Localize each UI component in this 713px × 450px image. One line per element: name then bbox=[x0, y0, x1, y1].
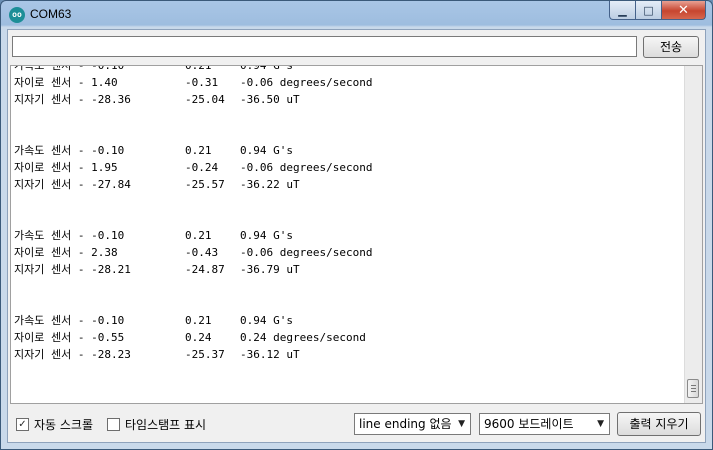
output-cell: 0.94 G's bbox=[240, 144, 293, 157]
grip-line bbox=[691, 385, 696, 386]
output-cell: -0.43 bbox=[185, 246, 219, 259]
output-cell: -0.06 degrees/second bbox=[240, 76, 373, 89]
minimize-button[interactable]: ▁ bbox=[609, 1, 636, 20]
output-cell: 가속도 센서 - -0.10 bbox=[14, 314, 125, 327]
chevron-down-icon: ▼ bbox=[458, 419, 465, 429]
timestamp-checkbox[interactable] bbox=[107, 418, 120, 431]
output-cell: 0.24 degrees/second bbox=[240, 331, 366, 344]
client-area: 전송 가속도 센서 - -0.10 0.21 0.94 G's 자이로 센서 - 1.… bbox=[7, 29, 706, 443]
window-controls: ▁ □ ✕ bbox=[609, 1, 706, 21]
output-cell: 0.21 bbox=[185, 65, 212, 72]
send-button[interactable]: 전송 bbox=[643, 36, 699, 58]
output-cell: 0.21 bbox=[185, 229, 212, 242]
output-cell: 0.24 bbox=[185, 331, 212, 344]
output-cell: 지자기 센서 - -27.84 bbox=[14, 178, 131, 191]
grip-line bbox=[691, 388, 696, 389]
output-cell: 0.94 G's bbox=[240, 314, 293, 327]
output-line: 지자기 센서 - -28.23 -25.37 -36.12 uT bbox=[14, 346, 680, 363]
close-icon: ✕ bbox=[678, 2, 689, 18]
output-line: 지자기 센서 - -28.36 -25.04 -36.50 uT bbox=[14, 91, 680, 108]
output-cell: -24.87 bbox=[185, 263, 225, 276]
timestamp-label: 타임스탬프 표시 bbox=[125, 418, 207, 432]
output-line: 가속도 센서 - -0.10 0.21 0.94 G's bbox=[14, 65, 680, 74]
autoscroll-checkbox[interactable]: ✓ bbox=[16, 418, 29, 431]
grip-line bbox=[691, 391, 696, 392]
output-cell: 0.94 G's bbox=[240, 229, 293, 242]
output-cell: -0.06 degrees/second bbox=[240, 246, 373, 259]
serial-output[interactable]: 가속도 센서 - -0.10 0.21 0.94 G's 자이로 센서 - 1.40 -… bbox=[10, 65, 703, 404]
output-cell: -0.24 bbox=[185, 161, 219, 174]
output-cell: 0.21 bbox=[185, 314, 212, 327]
output-line: 가속도 센서 - -0.10 0.21 0.94 G's bbox=[14, 312, 680, 329]
output-cell: 지자기 센서 - -28.36 bbox=[14, 93, 131, 106]
output-lines: 가속도 센서 - -0.10 0.21 0.94 G's 자이로 센서 - 1.40 -… bbox=[14, 65, 680, 363]
output-cell: 가속도 센서 - -0.10 bbox=[14, 229, 125, 242]
vertical-scrollbar[interactable] bbox=[684, 66, 702, 403]
minimize-icon: ▁ bbox=[618, 3, 627, 17]
output-line: 가속도 센서 - -0.10 0.21 0.94 G's bbox=[14, 142, 680, 159]
output-cell: 가속도 센서 - -0.10 bbox=[14, 144, 125, 157]
output-cell: -25.57 bbox=[185, 178, 225, 191]
output-cell: -25.37 bbox=[185, 348, 225, 361]
bottom-toolbar: ✓ 자동 스크롤 타임스탬프 표시 line ending 없음 ▼ 9600 … bbox=[8, 405, 705, 442]
output-line: 지자기 센서 - -28.21 -24.87 -36.79 uT bbox=[14, 261, 680, 278]
autoscroll-toggle[interactable]: ✓ 자동 스크롤 bbox=[16, 416, 93, 433]
output-cell: 자이로 센서 - 2.38 bbox=[14, 246, 118, 259]
autoscroll-label: 자동 스크롤 bbox=[34, 418, 94, 432]
output-cell: 0.21 bbox=[185, 144, 212, 157]
output-cell: -0.06 degrees/second bbox=[240, 161, 373, 174]
output-cell: -36.22 uT bbox=[240, 178, 300, 191]
line-ending-select[interactable]: line ending 없음 ▼ bbox=[354, 413, 471, 435]
maximize-icon: □ bbox=[643, 3, 654, 17]
output-cell: -36.79 uT bbox=[240, 263, 300, 276]
output-line: 가속도 센서 - -0.10 0.21 0.94 G's bbox=[14, 227, 680, 244]
window-title: COM63 bbox=[30, 7, 72, 21]
maximize-button[interactable]: □ bbox=[636, 1, 662, 20]
baud-rate-value: 9600 보드레이트 bbox=[484, 417, 574, 431]
timestamp-toggle[interactable]: 타임스탬프 표시 bbox=[107, 416, 206, 433]
output-line: 자이로 센서 - -0.55 0.24 0.24 degrees/second bbox=[14, 329, 680, 346]
output-line: 자이로 센서 - 2.38 -0.43 -0.06 degrees/second bbox=[14, 244, 680, 261]
serial-monitor-window: oo COM63 ▁ □ ✕ 전송 가속도 센서 - -0.10 0.21 0.94… bbox=[0, 0, 713, 450]
output-cell: 지자기 센서 - -28.21 bbox=[14, 263, 131, 276]
output-cell: -36.50 uT bbox=[240, 93, 300, 106]
line-ending-value: line ending 없음 bbox=[359, 417, 452, 431]
output-line: 지자기 센서 - -27.84 -25.57 -36.22 uT bbox=[14, 176, 680, 193]
baud-rate-select[interactable]: 9600 보드레이트 ▼ bbox=[479, 413, 610, 435]
clear-output-button[interactable]: 출력 지우기 bbox=[617, 412, 701, 436]
title-bar[interactable]: oo COM63 ▁ □ ✕ bbox=[1, 1, 712, 28]
output-cell: 자이로 센서 - 1.95 bbox=[14, 161, 118, 174]
arduino-logo-icon: oo bbox=[9, 7, 25, 23]
send-row: 전송 bbox=[8, 30, 705, 65]
output-cell: 0.94 G's bbox=[240, 65, 293, 72]
output-line: 자이로 센서 - 1.95 -0.24 -0.06 degrees/second bbox=[14, 159, 680, 176]
send-input[interactable] bbox=[12, 36, 637, 57]
output-line: 자이로 센서 - 1.40 -0.31 -0.06 degrees/second bbox=[14, 74, 680, 91]
output-cell: 지자기 센서 - -28.23 bbox=[14, 348, 131, 361]
output-cell: 가속도 센서 - -0.10 bbox=[14, 65, 125, 72]
output-cell: -25.04 bbox=[185, 93, 225, 106]
scrollbar-thumb[interactable] bbox=[687, 379, 699, 398]
chevron-down-icon: ▼ bbox=[597, 419, 604, 429]
output-cell: 자이로 센서 - 1.40 bbox=[14, 76, 118, 89]
output-cell: -0.31 bbox=[185, 76, 219, 89]
output-cell: 자이로 센서 - -0.55 bbox=[14, 331, 125, 344]
output-cell: -36.12 uT bbox=[240, 348, 300, 361]
close-button[interactable]: ✕ bbox=[662, 1, 706, 20]
